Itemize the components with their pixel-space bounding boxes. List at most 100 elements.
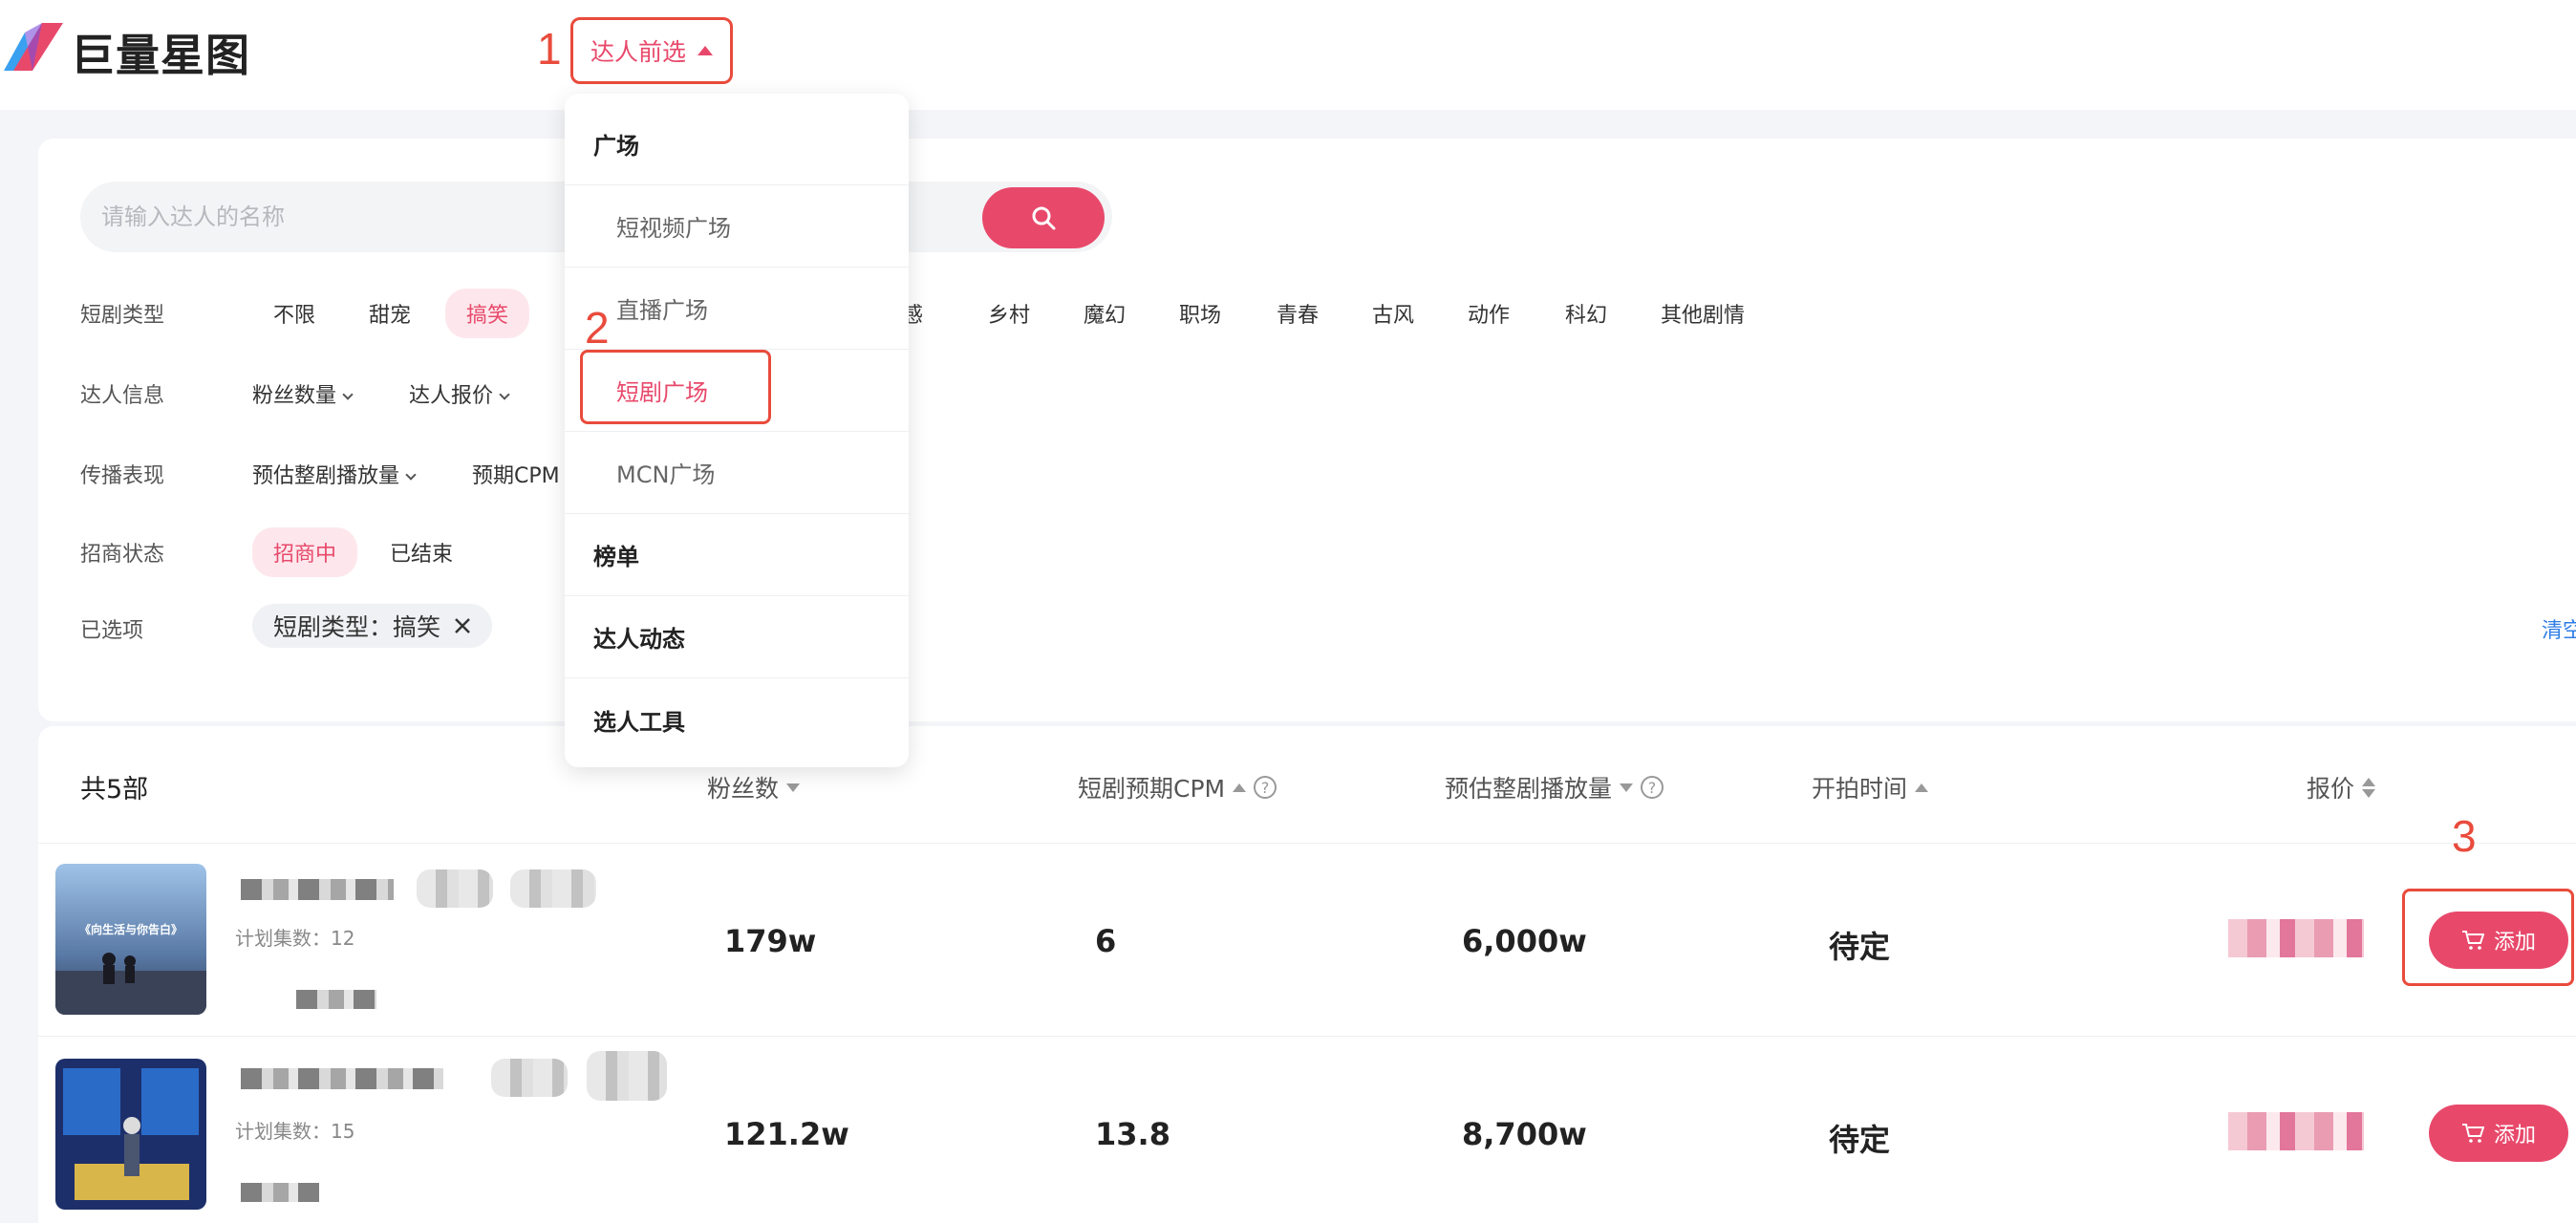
start-time-value: 待定: [1829, 1122, 1891, 1158]
clear-all-link[interactable]: 清空: [2542, 613, 2576, 644]
genre-chip[interactable]: 青春: [1277, 298, 1319, 329]
cpm-dropdown[interactable]: 预期CPM: [472, 459, 560, 489]
header-cpm[interactable]: 短剧预期CPM?: [1078, 770, 1277, 805]
menu-item-rankings[interactable]: 榜单: [565, 514, 909, 596]
header-label: 粉丝数: [707, 775, 780, 803]
cover-title: 《向生活与你告白》: [78, 923, 182, 936]
plan-episodes: 计划集数：15: [235, 1120, 355, 1143]
selected-filter-chip[interactable]: 短剧类型：搞笑: [252, 604, 493, 648]
header-label: 短剧预期CPM: [1078, 775, 1226, 803]
plan-episodes: 计划集数：12: [235, 927, 355, 950]
plays-value: 8,700w: [1462, 1116, 1587, 1152]
results-panel: [38, 726, 2576, 1223]
menu-item-talent-news[interactable]: 达人动态: [565, 596, 909, 678]
header-label: 报价: [2307, 775, 2355, 803]
tag-redacted: [491, 1059, 568, 1097]
sort-desc-icon: [786, 783, 801, 792]
results-total: 共5部: [80, 775, 149, 805]
genre-chip[interactable]: 职场: [1179, 298, 1221, 329]
header-start-time[interactable]: 开拍时间: [1812, 770, 1929, 805]
header-plays[interactable]: 预估整剧播放量?: [1445, 770, 1664, 805]
annotation-2: 2: [585, 303, 610, 353]
add-to-cart-button[interactable]: 添加: [2429, 1105, 2568, 1162]
genre-chip[interactable]: 不限: [273, 298, 315, 329]
drama-name-redacted: [241, 1068, 443, 1089]
header-label: 开拍时间: [1812, 775, 1908, 803]
sort-both-icon: [2362, 777, 2376, 798]
genre-chip[interactable]: 其他剧情: [1661, 298, 1745, 329]
help-icon[interactable]: ?: [1254, 776, 1277, 799]
help-icon[interactable]: ?: [1641, 776, 1664, 799]
fans-count-dropdown[interactable]: 粉丝数量: [252, 378, 354, 409]
fans-value: 121.2w: [724, 1116, 849, 1152]
divider: [38, 1036, 2576, 1037]
selected-label: 已选项: [80, 619, 144, 643]
sort-desc-icon: [1620, 783, 1634, 792]
chevron-down-icon: [405, 469, 417, 481]
genre-chip[interactable]: 动作: [1468, 298, 1510, 329]
menu-item-short-video-plaza[interactable]: 短视频广场: [565, 185, 909, 268]
plays-dropdown[interactable]: 预估整剧播放量: [252, 459, 417, 489]
author-redacted: [296, 990, 376, 1009]
talent-info-label: 达人信息: [80, 384, 165, 408]
menu-item-mcn-plaza[interactable]: MCN广场: [565, 432, 909, 514]
add-to-cart-button[interactable]: 添加: [2429, 912, 2568, 969]
annotation-3: 3: [2452, 811, 2477, 861]
genre-label: 短剧类型: [80, 304, 165, 328]
genre-chip[interactable]: 乡村: [988, 298, 1030, 329]
header-fans[interactable]: 粉丝数: [707, 770, 801, 805]
tag-redacted: [510, 869, 596, 908]
dropdown-label: 粉丝数量: [252, 384, 337, 408]
cart-icon: [2461, 1124, 2484, 1143]
chevron-down-icon: [499, 389, 510, 400]
tag-redacted: [587, 1051, 667, 1101]
drama-name-redacted: [241, 879, 394, 900]
search-button[interactable]: [982, 187, 1105, 248]
divider: [38, 843, 2576, 844]
annotation-1: 1: [537, 24, 562, 74]
status-chip[interactable]: 已结束: [390, 537, 453, 568]
cpm-value: 6: [1095, 923, 1117, 959]
sort-asc-icon: [1915, 783, 1929, 792]
cover-art: [55, 1059, 206, 1210]
cpm-value: 13.8: [1095, 1116, 1170, 1152]
price-redacted: [2228, 1112, 2364, 1150]
close-icon[interactable]: [454, 617, 471, 634]
dropdown-label: 预估整剧播放量: [252, 464, 400, 488]
start-time-value: 待定: [1829, 929, 1891, 965]
drama-cover-image[interactable]: 《向生活与你告白》: [55, 864, 206, 1015]
header-price[interactable]: 报价: [2307, 770, 2376, 805]
genre-chip[interactable]: 魔幻: [1084, 298, 1126, 329]
nav-talent-preselect-button[interactable]: 达人前选: [570, 17, 733, 84]
genre-chip-active[interactable]: 搞笑: [445, 289, 530, 338]
author-redacted: [241, 1183, 319, 1202]
performance-label: 传播表现: [80, 464, 165, 488]
logo-icon: [4, 23, 63, 71]
fans-value: 179w: [724, 923, 817, 959]
chevron-down-icon: [342, 389, 354, 400]
nav-label: 达人前选: [590, 38, 686, 66]
dropdown-label: 达人报价: [409, 384, 494, 408]
drama-cover-image[interactable]: [55, 1059, 206, 1210]
caret-up-icon: [698, 46, 713, 55]
header-label: 预估整剧播放量: [1445, 775, 1613, 803]
sort-asc-icon: [1233, 783, 1247, 792]
add-label: 添加: [2493, 931, 2536, 955]
top-bar: [0, 0, 2576, 110]
dropdown-label: 预期CPM: [472, 464, 560, 488]
status-chip-active[interactable]: 招商中: [252, 527, 358, 577]
nav-dropdown-menu: 广场 短视频广场 直播广场 短剧广场 MCN广场 榜单 达人动态 选人工具: [565, 94, 909, 767]
cart-icon: [2461, 931, 2484, 950]
tag-redacted: [417, 869, 493, 908]
genre-chip[interactable]: 古风: [1372, 298, 1414, 329]
genre-chip[interactable]: 甜宠: [369, 298, 411, 329]
menu-item-selection-tools[interactable]: 选人工具: [565, 678, 909, 761]
status-label: 招商状态: [80, 543, 165, 567]
selected-filter-text: 短剧类型：搞笑: [273, 613, 441, 641]
menu-item-live-plaza[interactable]: 直播广场: [565, 268, 909, 350]
genre-chip[interactable]: 科幻: [1565, 298, 1607, 329]
menu-group-plaza[interactable]: 广场: [565, 103, 909, 185]
talent-price-dropdown[interactable]: 达人报价: [409, 378, 510, 409]
highlight-box: [580, 350, 771, 424]
search-icon: [1032, 206, 1056, 230]
